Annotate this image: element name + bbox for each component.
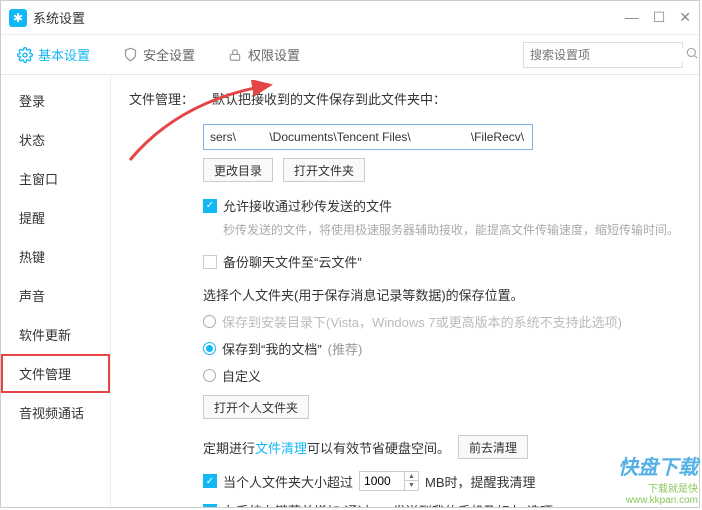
sidebar: 登录 状态 主窗口 提醒 热键 声音 软件更新 文件管理 音视频通话 bbox=[1, 75, 111, 507]
file-cleanup-link[interactable]: 文件清理 bbox=[255, 441, 307, 456]
search-icon[interactable] bbox=[685, 46, 699, 63]
stepper-down-icon[interactable]: ▼ bbox=[405, 481, 418, 490]
cleanup-text: 定期进行文件清理可以有效节省硬盘空间。 bbox=[203, 438, 450, 457]
size-alert-suffix: MB时，提醒我清理 bbox=[425, 472, 536, 491]
size-threshold-input[interactable] bbox=[360, 474, 404, 488]
save-path-input[interactable] bbox=[203, 124, 533, 150]
personal-loc-desc: 选择个人文件夹(用于保存消息记录等数据)的保存位置。 bbox=[203, 285, 681, 304]
tab-security[interactable]: 安全设置 bbox=[122, 45, 195, 64]
cleanup-now-button[interactable]: 前去清理 bbox=[458, 435, 528, 459]
open-personal-folder-button[interactable]: 打开个人文件夹 bbox=[203, 395, 309, 419]
radio-my-docs-label: 保存到“我的文档” bbox=[222, 339, 322, 358]
maximize-button[interactable]: ☐ bbox=[653, 9, 666, 26]
size-alert-prefix: 当个人文件夹大小超过 bbox=[223, 472, 353, 491]
tab-basic[interactable]: 基本设置 bbox=[17, 45, 90, 64]
settings-window: ✱ 系统设置 — ☐ ✕ 基本设置 安全设置 权限设置 bbox=[0, 0, 700, 508]
radio-custom-label: 自定义 bbox=[222, 366, 261, 385]
sidebar-item-hotkey[interactable]: 热键 bbox=[1, 237, 110, 276]
section-label: 文件管理： bbox=[129, 89, 194, 108]
sidebar-item-login[interactable]: 登录 bbox=[1, 81, 110, 120]
gear-icon bbox=[17, 47, 33, 63]
lock-icon bbox=[227, 47, 243, 63]
search-input[interactable] bbox=[530, 48, 685, 62]
sidebar-item-reminder[interactable]: 提醒 bbox=[1, 198, 110, 237]
sidebar-item-status[interactable]: 状态 bbox=[1, 120, 110, 159]
sidebar-item-update[interactable]: 软件更新 bbox=[1, 315, 110, 354]
sidebar-item-filemanage[interactable]: 文件管理 bbox=[1, 354, 110, 393]
content-panel: 文件管理： 默认把接收到的文件保存到此文件夹中： 更改目录 打开文件夹 ✓ 允许… bbox=[111, 75, 699, 507]
backup-cloud-checkbox[interactable] bbox=[203, 255, 217, 269]
sidebar-item-avcall[interactable]: 音视频通话 bbox=[1, 393, 110, 432]
allow-fast-label: 允许接收通过秒传发送的文件 bbox=[223, 196, 392, 215]
shield-icon bbox=[122, 47, 138, 63]
fast-hint: 秒传发送的文件，将使用极速服务器辅助接收，能提高文件传输速度，缩短传输时间。 bbox=[223, 221, 681, 240]
size-alert-checkbox[interactable]: ✓ bbox=[203, 474, 217, 488]
radio-custom[interactable] bbox=[203, 369, 216, 382]
radio-my-docs-hint: (推荐) bbox=[328, 339, 363, 358]
context-menu-label: 在系统右键菜单增加“通过TIM发送到我的手机及好友”选项 bbox=[223, 501, 553, 507]
radio-install-dir-label: 保存到安装目录下(Vista，Windows 7或更高版本的系统不支持此选项) bbox=[222, 312, 622, 331]
radio-my-docs[interactable] bbox=[203, 342, 216, 355]
open-folder-button[interactable]: 打开文件夹 bbox=[283, 158, 365, 182]
backup-cloud-label: 备份聊天文件至“云文件” bbox=[223, 252, 362, 271]
stepper-up-icon[interactable]: ▲ bbox=[405, 472, 418, 481]
close-button[interactable]: ✕ bbox=[679, 9, 691, 26]
tab-permission[interactable]: 权限设置 bbox=[227, 45, 300, 64]
default-save-desc: 默认把接收到的文件保存到此文件夹中： bbox=[212, 89, 446, 108]
change-dir-button[interactable]: 更改目录 bbox=[203, 158, 273, 182]
sidebar-item-mainwindow[interactable]: 主窗口 bbox=[1, 159, 110, 198]
allow-fast-checkbox[interactable]: ✓ bbox=[203, 199, 217, 213]
minimize-button[interactable]: — bbox=[625, 9, 639, 26]
tab-bar: 基本设置 安全设置 权限设置 bbox=[1, 35, 699, 75]
sidebar-item-sound[interactable]: 声音 bbox=[1, 276, 110, 315]
size-threshold-stepper[interactable]: ▲▼ bbox=[359, 471, 419, 491]
context-menu-checkbox[interactable]: ✓ bbox=[203, 504, 217, 507]
titlebar: ✱ 系统设置 — ☐ ✕ bbox=[1, 1, 699, 35]
search-box[interactable] bbox=[523, 42, 683, 68]
window-title: 系统设置 bbox=[33, 8, 85, 27]
app-logo-icon: ✱ bbox=[9, 9, 27, 27]
radio-install-dir bbox=[203, 315, 216, 328]
